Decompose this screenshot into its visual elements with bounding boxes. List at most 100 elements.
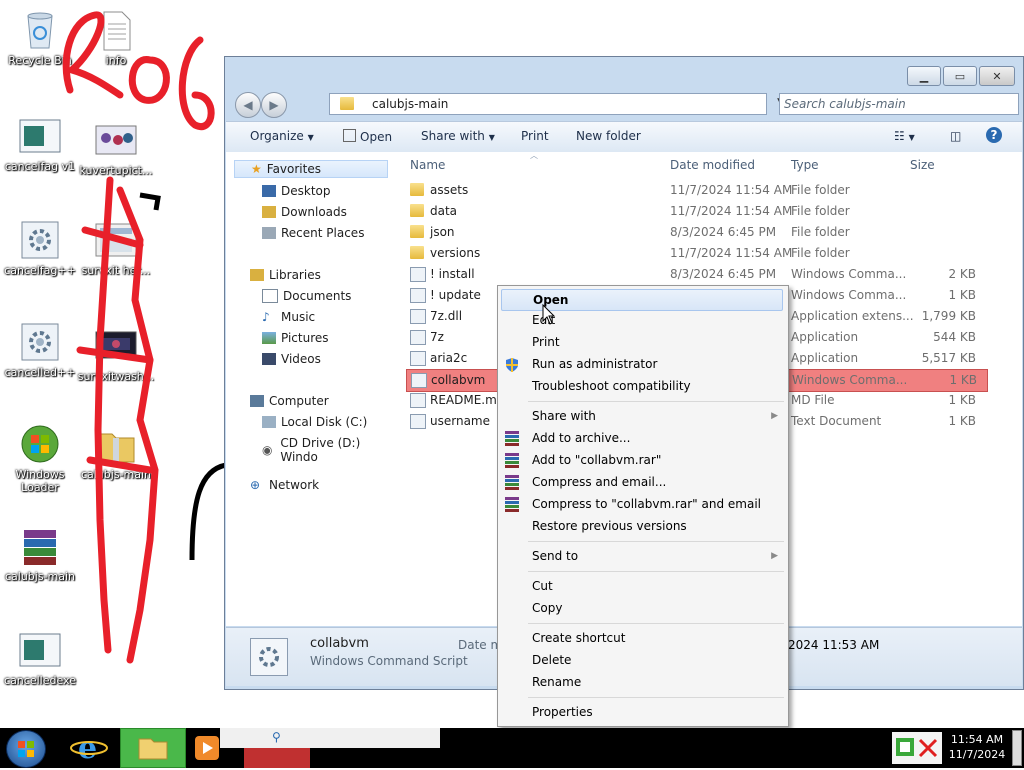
details-file-type: Windows Command Script [310, 654, 468, 668]
file-type: File folder [791, 246, 850, 260]
start-button[interactable] [6, 730, 46, 768]
taskbar-search-box[interactable]: ⚲ [220, 728, 440, 748]
winrar-icon [504, 430, 520, 446]
menu-item-cut[interactable]: Cut [532, 579, 553, 593]
documents-icon [262, 289, 278, 303]
menu-item-properties[interactable]: Properties [532, 705, 593, 719]
nav-music[interactable]: ♪ Music [262, 310, 315, 324]
menu-item-create-shortcut[interactable]: Create shortcut [532, 631, 625, 645]
file-size: 1 KB [949, 373, 977, 387]
cd-drive-icon: ◉ [262, 443, 273, 457]
menu-item-add-to-archive[interactable]: Add to archive... [532, 431, 630, 445]
folder-icon [138, 738, 168, 760]
nav-desktop[interactable]: Desktop [262, 184, 331, 198]
script-file-icon [411, 373, 427, 388]
taskbar-media-player-button[interactable] [192, 732, 222, 764]
organize-button[interactable]: Organize ▼ [250, 129, 314, 143]
nav-favorites[interactable]: ★ Favorites [234, 160, 388, 178]
music-icon: ♪ [262, 310, 270, 324]
close-icon: ✕ [992, 69, 1002, 83]
file-name: ! update [430, 288, 481, 302]
nav-documents[interactable]: Documents [262, 289, 351, 303]
nav-local-disk[interactable]: Local Disk (C:) [262, 415, 367, 429]
back-button[interactable]: ◀ [235, 92, 261, 118]
menu-item-copy[interactable]: Copy [532, 601, 562, 615]
file-row[interactable]: versions 11/7/2024 11:54 AM File folder [406, 243, 986, 264]
taskbar: e ⚲ 11:54 AM 11/7/2024 [0, 728, 1024, 768]
help-icon[interactable]: ? [986, 127, 1002, 143]
taskbar-explorer-button[interactable] [120, 728, 186, 768]
context-menu[interactable]: Open Edit Print Run as administrator Tro… [497, 285, 789, 727]
nav-cd-drive[interactable]: ◉ CD Drive (D:) Windo [262, 436, 396, 464]
menu-item-add-to-collabvm-rar[interactable]: Add to "collabvm.rar" [532, 453, 661, 467]
nav-network[interactable]: ⊕ Network [250, 478, 319, 492]
nav-pictures[interactable]: Pictures [262, 331, 329, 345]
menu-item-compress-and-email[interactable]: Compress and email... [532, 475, 666, 489]
menu-item-run-as-admin[interactable]: Run as administrator [532, 357, 657, 371]
file-type: Text Document [791, 414, 882, 428]
show-desktop-button[interactable] [1012, 730, 1022, 766]
file-row[interactable]: json 8/3/2024 6:45 PM File folder [406, 222, 986, 243]
search-input[interactable]: Search calubjs-main ⚲ [779, 93, 1019, 115]
file-type: File folder [791, 204, 850, 218]
dll-file-icon [410, 309, 426, 324]
nav-videos[interactable]: Videos [262, 352, 321, 366]
open-button[interactable]: Open [343, 129, 392, 144]
nav-recent-places[interactable]: Recent Places [262, 226, 364, 240]
navigation-pane: ★ Favorites Desktop Downloads Recent Plac… [226, 152, 396, 626]
menu-item-troubleshoot[interactable]: Troubleshoot compatibility [532, 379, 691, 393]
new-folder-button[interactable]: New folder [576, 129, 641, 143]
menu-item-restore-previous[interactable]: Restore previous versions [532, 519, 687, 533]
preview-pane-icon[interactable]: ◫ [950, 129, 961, 143]
folder-icon [410, 225, 424, 238]
menu-separator [528, 697, 784, 698]
menu-item-print[interactable]: Print [532, 335, 560, 349]
network-tray-icon [896, 738, 938, 758]
nav-libraries[interactable]: Libraries [250, 268, 321, 282]
media-player-icon [195, 736, 219, 760]
clock-time: 11:54 AM [950, 733, 1004, 746]
close-button[interactable]: ✕ [979, 66, 1015, 86]
file-type: File folder [791, 183, 850, 197]
file-name: 7z.dll [430, 309, 463, 323]
tray-icons[interactable] [892, 732, 942, 764]
menu-item-rename[interactable]: Rename [532, 675, 581, 689]
column-header-date[interactable]: Date modified [670, 158, 755, 172]
address-bar[interactable]: calubjs-main ▼ ↻ [329, 93, 802, 115]
share-with-button[interactable]: Share with ▼ [421, 129, 495, 143]
menu-item-delete[interactable]: Delete [532, 653, 571, 667]
view-options-icon[interactable]: ☷ ▼ [894, 129, 915, 143]
search-icon: ⚲ [272, 730, 281, 744]
file-type: MD File [791, 393, 835, 407]
taskbar-ie-button[interactable]: e [64, 730, 114, 766]
window-controls: ▁ ▭ ✕ [907, 66, 1015, 86]
column-header-name[interactable]: Name [410, 158, 445, 172]
details-date-value: 2024 11:53 AM [788, 638, 880, 652]
winrar-icon [504, 496, 520, 512]
file-type: Application [791, 351, 859, 365]
system-clock[interactable]: 11:54 AM 11/7/2024 [944, 732, 1010, 762]
menu-item-share-with[interactable]: Share with [532, 409, 596, 423]
file-type: Application [791, 330, 859, 344]
file-row[interactable]: assets 11/7/2024 11:54 AM File folder [406, 180, 986, 201]
print-button[interactable]: Print [521, 129, 549, 143]
maximize-icon: ▭ [954, 69, 966, 83]
maximize-button[interactable]: ▭ [943, 66, 977, 86]
clock-date: 11/7/2024 [948, 748, 1006, 761]
window-titlebar[interactable] [225, 57, 1023, 93]
file-row[interactable]: data 11/7/2024 11:54 AM File folder [406, 201, 986, 222]
menu-item-compress-to-rar-email[interactable]: Compress to "collabvm.rar" and email [532, 497, 761, 511]
forward-button[interactable]: ▶ [261, 92, 287, 118]
file-row[interactable]: ! install 8/3/2024 6:45 PM Windows Comma..… [406, 264, 986, 285]
column-header-type[interactable]: Type [791, 158, 819, 172]
winrar-icon [504, 452, 520, 468]
nav-downloads[interactable]: Downloads [262, 205, 347, 219]
minimize-button[interactable]: ▁ [907, 66, 941, 86]
application-icon [410, 330, 426, 345]
minimize-icon: ▁ [919, 69, 929, 83]
nav-computer[interactable]: Computer [250, 394, 329, 408]
menu-separator [528, 571, 784, 572]
command-bar: Organize ▼ Open Share with ▼ Print New f… [226, 121, 1022, 153]
column-header-size[interactable]: Size [910, 158, 935, 172]
menu-item-send-to[interactable]: Send to [532, 549, 578, 563]
